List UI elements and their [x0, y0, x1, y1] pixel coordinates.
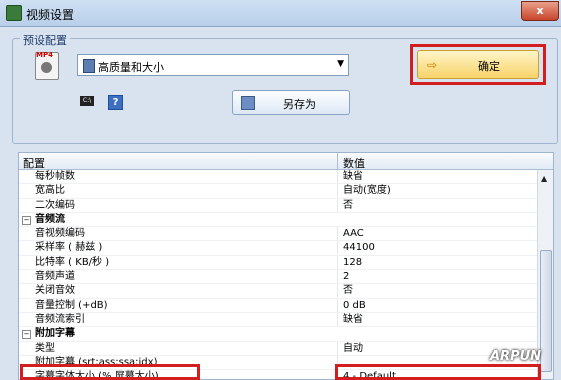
column-separator [337, 184, 338, 198]
grid-row[interactable]: 宽高比 自动(宽度) [19, 184, 537, 199]
header-name: 配置 [23, 157, 45, 170]
command-line-icon[interactable]: C:\ [80, 96, 94, 106]
property-value[interactable]: 自动 [343, 342, 363, 355]
column-separator [337, 241, 338, 255]
property-name: 采样率 ( 赫兹 ) [35, 242, 103, 254]
disk-icon [241, 96, 255, 110]
mp4-icon: MP4 [35, 51, 59, 80]
film-reel-icon [41, 62, 52, 73]
column-separator [337, 270, 338, 284]
column-separator [337, 284, 338, 298]
header-value: 数值 [343, 157, 365, 170]
grid-category-row[interactable]: − 音频流 [19, 213, 537, 228]
property-name: 关闭音效 [35, 285, 75, 297]
grid-row[interactable]: 采样率 ( 赫兹 ) 44100 [19, 241, 537, 256]
property-value[interactable]: 否 [343, 199, 353, 212]
property-name: 二次编码 [35, 199, 75, 211]
grid-row[interactable]: 每秒帧数 缺省 [19, 170, 537, 185]
property-name: 音频流索引 [35, 313, 85, 325]
grid-row[interactable]: 类型 自动 [19, 341, 537, 356]
property-value[interactable]: 缺省 [343, 170, 363, 183]
preset-dropdown[interactable]: 高质量和大小 ▼ [77, 54, 349, 76]
property-name: 每秒帧数 [35, 171, 75, 182]
grid-header: 配置 数值 [19, 153, 553, 170]
category-label: 音频流 [35, 213, 65, 225]
property-value[interactable]: 缺省 [343, 313, 363, 326]
grid-row[interactable]: 比特率 ( KB/秒 ) 128 [19, 255, 537, 271]
preset-selected-value: 高质量和大小 [98, 61, 164, 74]
help-icon[interactable]: ? [108, 95, 123, 110]
category-label: 附加字幕 [35, 328, 75, 340]
preset-group-label: 预设配置 [20, 32, 70, 48]
title-bar: 视频设置 x [0, 0, 561, 27]
ok-label: 确定 [478, 60, 500, 73]
grid-row[interactable]: 音量控制 (+dB) 0 dB [19, 298, 537, 313]
column-separator [337, 198, 338, 212]
property-value[interactable]: 0 dB [343, 299, 366, 312]
arrow-right-icon: ⇨ [427, 58, 438, 72]
property-name: 类型 [35, 342, 55, 354]
column-separator [337, 312, 338, 326]
save-as-label: 另存为 [283, 98, 316, 111]
vertical-scrollbar[interactable]: ▲ [537, 170, 553, 379]
property-name: 音视频编码 [35, 228, 85, 240]
grid-row[interactable]: 音频流索引 缺省 [19, 312, 537, 328]
save-as-button[interactable]: 另存为 [232, 90, 350, 115]
app-icon [6, 5, 22, 21]
column-separator [337, 255, 338, 269]
property-name: 音频声道 [35, 271, 75, 283]
grid-category-row[interactable]: − 附加字幕 [19, 327, 537, 342]
grid-row[interactable]: 二次编码 否 [19, 198, 537, 213]
scroll-thumb[interactable] [540, 250, 552, 372]
preset-file-icon [83, 59, 95, 73]
property-value[interactable]: 否 [343, 284, 353, 297]
collapse-toggle-icon[interactable]: − [22, 330, 31, 340]
column-separator [337, 227, 338, 241]
watermark: ARPUN [490, 349, 542, 364]
scroll-up-icon[interactable]: ▲ [541, 174, 547, 183]
column-separator [337, 298, 338, 312]
property-value[interactable]: 128 [343, 256, 362, 269]
grid-row[interactable]: 音视频编码 AAC [19, 227, 537, 242]
property-value[interactable]: 自动(宽度) [343, 184, 391, 197]
column-separator [337, 341, 338, 355]
property-name: 音量控制 (+dB) [35, 299, 108, 311]
property-grid: 配置 数值 每秒帧数 缺省 宽高比 自动(宽度) 二次编码否 − 音频流 音视频编码 AAC 采样… [18, 152, 554, 380]
mp4-badge: MP4 [36, 51, 53, 59]
chevron-down-icon: ▼ [337, 59, 344, 69]
grid-row[interactable]: 音频声道 2 [19, 270, 537, 285]
grid-rows: 每秒帧数 缺省 宽高比 自动(宽度) 二次编码否 − 音频流 音视频编码 AAC 采样率 ( 赫兹… [19, 170, 537, 379]
property-name: 比特率 ( KB/秒 ) [35, 256, 110, 268]
ok-button[interactable]: ⇨ 确定 [417, 50, 539, 79]
property-name: 宽高比 [35, 185, 65, 197]
column-separator [337, 170, 338, 183]
close-button[interactable]: x [521, 1, 559, 21]
property-value[interactable]: AAC [343, 227, 364, 240]
property-value[interactable]: 2 [343, 270, 349, 283]
window-title: 视频设置 [26, 8, 75, 22]
header-separator [337, 153, 338, 169]
grid-row[interactable]: 关闭音效 否 [19, 284, 537, 299]
collapse-toggle-icon[interactable]: − [22, 215, 31, 225]
property-value[interactable]: 44100 [343, 241, 375, 254]
